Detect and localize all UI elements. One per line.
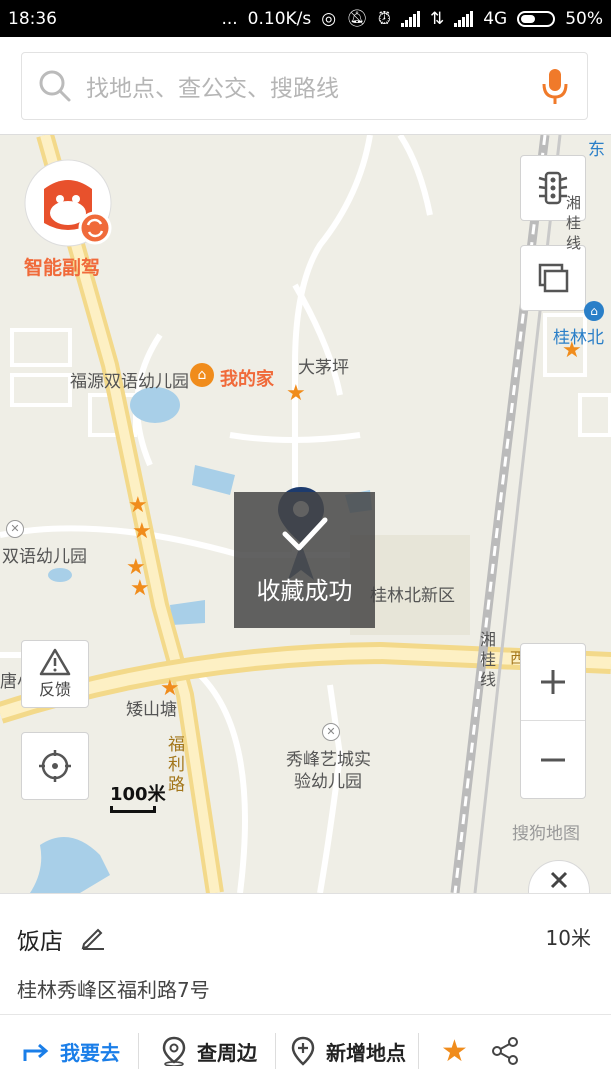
label-fuli-road: 福利路 xyxy=(168,735,185,795)
add-place-label: 新增地点 xyxy=(326,1040,406,1065)
toast-message: 收藏成功 xyxy=(234,492,375,628)
checkmark-icon xyxy=(282,517,328,551)
copilot-label: 智能副驾 xyxy=(24,257,101,279)
label-xiangui-line-top: 湘桂线 xyxy=(566,194,582,252)
station-icon: ⌂ xyxy=(584,301,604,321)
favorite-star-icon[interactable]: ★ xyxy=(160,678,180,700)
search-input[interactable]: 找地点、查公交、搜路线 xyxy=(21,52,588,120)
action-bar: 我要去 查周边 新增地点 ★ xyxy=(0,1014,611,1087)
poi-info-panel: 饭店 10米 桂林秀峰区福利路7号 我要去 查周边 新增地点 ★ xyxy=(0,893,611,1086)
map-view[interactable]: 智能副驾 福源双语幼儿园 ⌂ 我的家 大茅坪 双语幼儿园 桂林北新区 矮山塘 唐… xyxy=(0,135,611,893)
copilot-button[interactable]: 智能副驾 xyxy=(22,157,114,279)
clock: 18:36 xyxy=(8,8,57,29)
battery-icon xyxy=(517,10,556,27)
feedback-button[interactable]: 反馈 xyxy=(21,640,89,708)
nearby-label: 查周边 xyxy=(197,1040,257,1065)
copilot-avatar-icon xyxy=(24,159,112,247)
network-speed: 0.10K/s xyxy=(247,8,312,29)
share-button[interactable] xyxy=(486,1015,532,1087)
hotspot-icon: ◎ xyxy=(321,8,337,29)
go-here-label: 我要去 xyxy=(60,1040,120,1065)
zoom-controls xyxy=(520,643,586,799)
label-guilin-north-district: 桂林北新区 xyxy=(370,586,455,606)
network-type: 4G xyxy=(483,8,508,29)
favorite-star-icon[interactable]: ★ xyxy=(286,383,306,405)
poi-distance: 10米 xyxy=(545,926,591,950)
share-icon xyxy=(491,1037,518,1065)
zoom-in-button[interactable] xyxy=(521,644,585,721)
favorite-star-icon[interactable]: ★ xyxy=(128,495,148,517)
add-location-icon xyxy=(291,1036,315,1066)
plus-icon xyxy=(541,670,565,694)
warning-icon xyxy=(39,648,71,676)
favorite-star-icon[interactable]: ★ xyxy=(130,578,150,600)
favorite-star-icon[interactable]: ★ xyxy=(562,340,582,362)
search-placeholder: 找地点、查公交、搜路线 xyxy=(86,76,339,102)
data-arrows-icon: ⇅ xyxy=(429,8,445,29)
location-pin-icon xyxy=(162,1036,186,1066)
scale-bar xyxy=(110,806,156,813)
signal-icon xyxy=(400,10,420,27)
locate-button[interactable] xyxy=(21,732,89,800)
microphone-icon[interactable] xyxy=(541,67,569,105)
school-icon-2: ✕ xyxy=(322,723,340,741)
label-xiufeng-kindergarten-2: 验幼儿园 xyxy=(294,772,362,792)
layers-button[interactable] xyxy=(520,245,586,311)
go-here-button[interactable]: 我要去 xyxy=(0,1015,138,1087)
home-marker-icon[interactable]: ⌂ xyxy=(190,363,214,387)
toast-text: 收藏成功 xyxy=(256,577,353,605)
school-icon: ✕ xyxy=(6,520,24,538)
layers-icon xyxy=(538,263,569,293)
poi-name: 饭店 xyxy=(17,929,63,955)
more-dots: ... xyxy=(221,8,238,29)
mute-bell-icon: 🔕︎ xyxy=(346,8,368,29)
signal-icon-2 xyxy=(454,10,474,27)
label-damaoping: 大茅坪 xyxy=(298,358,349,378)
locate-crosshair-icon xyxy=(39,750,71,782)
label-east: 东 xyxy=(588,140,605,160)
map-scale: 100米 xyxy=(110,780,166,813)
search-bar: 找地点、查公交、搜路线 xyxy=(0,37,611,135)
favorite-star-icon[interactable]: ★ xyxy=(132,521,152,543)
label-kindergarten-2: 双语幼儿园 xyxy=(2,547,87,567)
label-xiangui-line-bottom: 湘桂线 xyxy=(480,630,497,689)
edit-pencil-icon[interactable] xyxy=(80,924,106,950)
route-arrow-icon xyxy=(23,1043,49,1061)
scale-label: 100米 xyxy=(110,784,166,805)
battery-percent: 50% xyxy=(565,8,603,29)
nearby-button[interactable]: 查周边 xyxy=(139,1015,275,1087)
minus-icon xyxy=(541,758,565,761)
poi-address: 桂林秀峰区福利路7号 xyxy=(17,978,210,1002)
label-my-home[interactable]: 我的家 xyxy=(220,365,274,391)
feedback-label: 反馈 xyxy=(38,680,71,699)
label-provider: 搜狗地图 xyxy=(512,824,580,844)
close-icon xyxy=(550,871,568,889)
favorite-star-icon: ★ xyxy=(441,1033,468,1069)
search-icon xyxy=(39,70,71,102)
alarm-icon: ⏰︎ xyxy=(377,8,391,29)
zoom-out-button[interactable] xyxy=(521,721,585,798)
label-kindergarten-1: 福源双语幼儿园 xyxy=(70,372,189,392)
status-bar: 18:36 ... 0.10K/s ◎ 🔕︎ ⏰︎ ⇅ 4G 50% xyxy=(0,0,611,37)
add-place-button[interactable]: 新增地点 xyxy=(276,1015,418,1087)
favorite-button[interactable]: ★ xyxy=(419,1015,486,1087)
